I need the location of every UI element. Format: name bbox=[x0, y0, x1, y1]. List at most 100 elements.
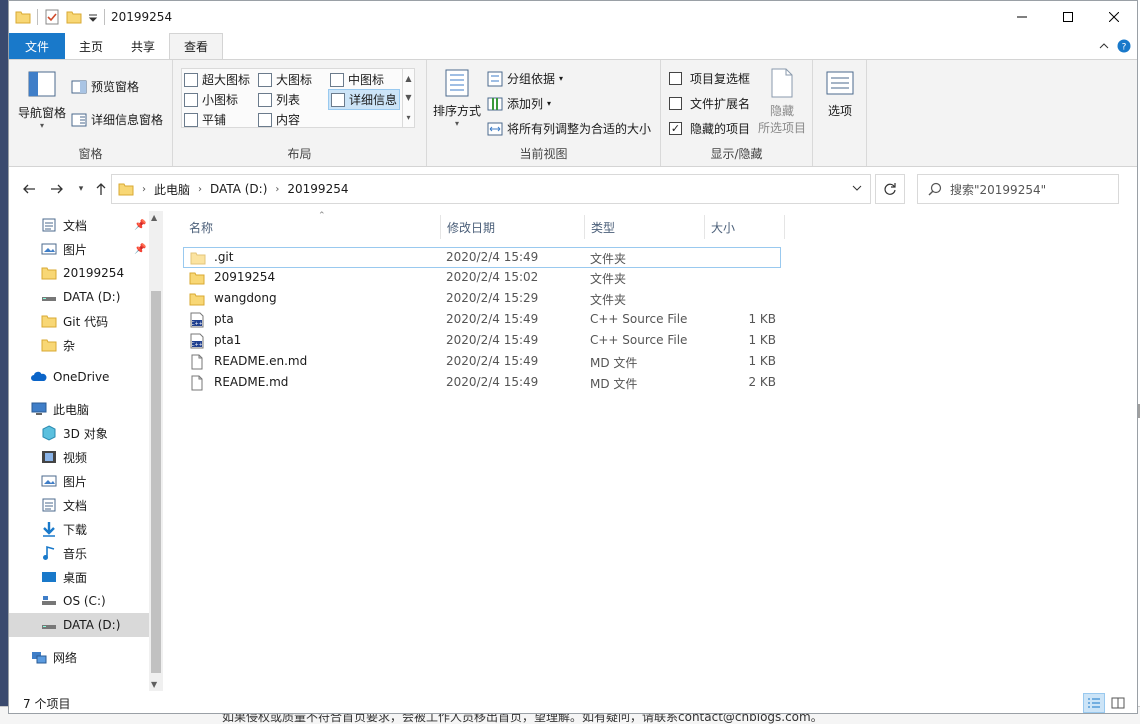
layout-list[interactable]: 列表 bbox=[258, 91, 300, 108]
tab-home[interactable]: 主页 bbox=[65, 33, 117, 59]
breadcrumb-separator[interactable]: › bbox=[275, 184, 279, 195]
navigation-pane-scrollbar[interactable]: ▲ ▼ bbox=[149, 211, 163, 691]
add-column-button[interactable]: 添加列 ▾ bbox=[487, 95, 551, 112]
fit-columns-button[interactable]: 将所有列调整为合适的大小 bbox=[487, 120, 651, 137]
layout-large-icons[interactable]: 大图标 bbox=[258, 71, 312, 88]
column-header-date[interactable]: 修改日期 bbox=[441, 215, 585, 239]
nav-item-downloads[interactable]: 下载 bbox=[9, 517, 149, 541]
nav-item-20199254[interactable]: 20199254 bbox=[9, 261, 149, 285]
item-checkboxes-checkbox[interactable] bbox=[669, 72, 682, 85]
back-button[interactable] bbox=[21, 181, 37, 197]
sort-by-button[interactable]: 排序方式 ▾ bbox=[431, 68, 483, 128]
file-row[interactable]: 20919254 2020/2/4 15:02 文件夹 bbox=[183, 268, 781, 289]
file-extensions-toggle[interactable]: 文件扩展名 bbox=[669, 95, 750, 112]
nav-item-this-pc[interactable]: 此电脑 bbox=[9, 397, 149, 421]
file-row[interactable]: wangdong 2020/2/4 15:29 文件夹 bbox=[183, 289, 781, 310]
breadcrumb-this-pc[interactable]: 此电脑 bbox=[154, 181, 190, 198]
pin-icon[interactable]: 📌 bbox=[134, 244, 146, 255]
details-pane-button[interactable]: 详细信息窗格 bbox=[71, 111, 163, 128]
nav-item-label: 下载 bbox=[63, 522, 88, 537]
layout-tiles[interactable]: 平铺 bbox=[184, 111, 226, 128]
refresh-button[interactable] bbox=[875, 174, 905, 204]
nav-item-os-c[interactable]: OS (C:) bbox=[9, 589, 149, 613]
hidden-items-checkbox[interactable]: ✓ bbox=[669, 122, 682, 135]
breadcrumb-separator[interactable]: › bbox=[142, 184, 146, 195]
ribbon-group-label: 显示/隐藏 bbox=[710, 147, 763, 161]
tab-file[interactable]: 文件 bbox=[9, 33, 66, 59]
details-view-button[interactable] bbox=[1083, 693, 1105, 713]
nav-item-data-d[interactable]: DATA (D:) bbox=[9, 285, 149, 309]
layout-content[interactable]: 内容 bbox=[258, 111, 300, 128]
file-name: README.en.md bbox=[214, 354, 308, 368]
preview-pane-button[interactable]: 预览窗格 bbox=[71, 78, 139, 95]
file-extensions-checkbox[interactable] bbox=[669, 97, 682, 110]
nav-item-pictures[interactable]: 图片 bbox=[9, 469, 149, 493]
breadcrumb-current-folder[interactable]: 20199254 bbox=[287, 182, 348, 196]
search-box[interactable]: 搜索"20199254" bbox=[917, 174, 1119, 204]
nav-item-data-d-selected[interactable]: DATA (D:) bbox=[9, 613, 149, 637]
layout-details[interactable]: 详细信息 bbox=[328, 89, 401, 110]
file-type: 文件夹 bbox=[590, 293, 627, 307]
column-header-name[interactable]: ⌃ 名称 bbox=[183, 211, 441, 239]
maximize-button[interactable] bbox=[1045, 1, 1091, 33]
layout-extra-large-icons[interactable]: 超大图标 bbox=[184, 71, 250, 88]
chevron-down-icon[interactable]: ▼ bbox=[405, 93, 411, 102]
scrollbar-thumb[interactable] bbox=[151, 291, 161, 673]
nav-item-label: 文档 bbox=[63, 218, 88, 233]
nav-item-network[interactable]: 网络 bbox=[9, 645, 149, 669]
file-row[interactable]: C++ pta1 2020/2/4 15:49 C++ Source File … bbox=[183, 331, 781, 352]
expand-gallery-icon[interactable]: ▾ bbox=[406, 113, 410, 122]
search-input[interactable]: 搜索"20199254" bbox=[950, 181, 1046, 198]
nav-item-misc[interactable]: 杂 bbox=[9, 333, 149, 357]
close-button[interactable] bbox=[1091, 1, 1137, 33]
collapse-ribbon-icon[interactable] bbox=[1099, 41, 1109, 51]
column-header-type[interactable]: 类型 bbox=[585, 215, 705, 239]
properties-icon[interactable] bbox=[44, 9, 60, 25]
chevron-up-icon[interactable]: ▲ bbox=[405, 74, 411, 83]
customize-toolbar-icon[interactable] bbox=[88, 9, 98, 25]
large-icons-view-button[interactable] bbox=[1107, 693, 1129, 713]
breadcrumb-separator[interactable]: › bbox=[198, 184, 202, 195]
layout-gallery-scroll[interactable]: ▲ ▼ ▾ bbox=[402, 69, 414, 127]
explorer-window: 20199254 文件 主页 共享 查看 ? 导航窗格 ▾ 预览窗格 详细信息窗… bbox=[8, 0, 1138, 714]
nav-item-git-code[interactable]: Git 代码 bbox=[9, 309, 149, 333]
nav-item-documents[interactable]: 文档 bbox=[9, 493, 149, 517]
column-header-size[interactable]: 大小 bbox=[705, 215, 785, 239]
address-history-dropdown[interactable] bbox=[852, 183, 862, 196]
nav-item-videos[interactable]: 视频 bbox=[9, 445, 149, 469]
file-row[interactable]: README.en.md 2020/2/4 15:49 MD 文件 1 KB bbox=[183, 352, 781, 373]
file-type: C++ Source File bbox=[590, 312, 688, 326]
scroll-down-icon[interactable]: ▼ bbox=[151, 680, 157, 689]
nav-item-onedrive[interactable]: OneDrive bbox=[9, 365, 149, 389]
recent-locations-button[interactable]: ▾ bbox=[73, 181, 89, 197]
group-by-button[interactable]: 分组依据 ▾ bbox=[487, 70, 563, 87]
item-checkboxes-toggle[interactable]: 项目复选框 bbox=[669, 70, 750, 87]
file-row[interactable]: README.md 2020/2/4 15:49 MD 文件 2 KB bbox=[183, 373, 781, 394]
tab-share[interactable]: 共享 bbox=[117, 33, 169, 59]
breadcrumb-drive-d[interactable]: DATA (D:) bbox=[210, 182, 267, 196]
nav-item-documents-pinned[interactable]: 文档 📌 bbox=[9, 213, 149, 237]
file-row[interactable]: .git 2020/2/4 15:49 文件夹 bbox=[183, 247, 781, 268]
options-button[interactable]: 选项 bbox=[819, 70, 861, 119]
hide-selected-button[interactable]: 隐藏 所选项目 bbox=[755, 68, 809, 136]
folder-app-icon bbox=[15, 11, 31, 24]
layout-medium-icons[interactable]: 中图标 bbox=[330, 71, 384, 88]
nav-item-music[interactable]: 音乐 bbox=[9, 541, 149, 565]
hidden-items-toggle[interactable]: ✓ 隐藏的项目 bbox=[669, 120, 750, 137]
forward-button[interactable] bbox=[49, 181, 65, 197]
tab-view[interactable]: 查看 bbox=[169, 33, 224, 59]
nav-item-pictures-pinned[interactable]: 图片 📌 bbox=[9, 237, 149, 261]
minimize-button[interactable] bbox=[999, 1, 1045, 33]
nav-item-desktop[interactable]: 桌面 bbox=[9, 565, 149, 589]
pin-icon[interactable]: 📌 bbox=[134, 220, 146, 231]
file-row[interactable]: C++ pta 2020/2/4 15:49 C++ Source File 1… bbox=[183, 310, 781, 331]
nav-item-3d-objects[interactable]: 3D 对象 bbox=[9, 421, 149, 445]
up-button[interactable] bbox=[93, 181, 109, 197]
navigation-pane-button[interactable]: 导航窗格 ▾ bbox=[15, 70, 69, 130]
new-folder-icon[interactable] bbox=[66, 9, 82, 25]
address-field[interactable]: › 此电脑 › DATA (D:) › 20199254 bbox=[111, 174, 871, 204]
address-bar: ▾ › 此电脑 › DATA (D:) › 20199254 搜索"201992… bbox=[9, 173, 1137, 205]
scroll-up-icon[interactable]: ▲ bbox=[151, 213, 157, 222]
layout-small-icons[interactable]: 小图标 bbox=[184, 91, 238, 108]
help-icon[interactable]: ? bbox=[1117, 39, 1131, 53]
